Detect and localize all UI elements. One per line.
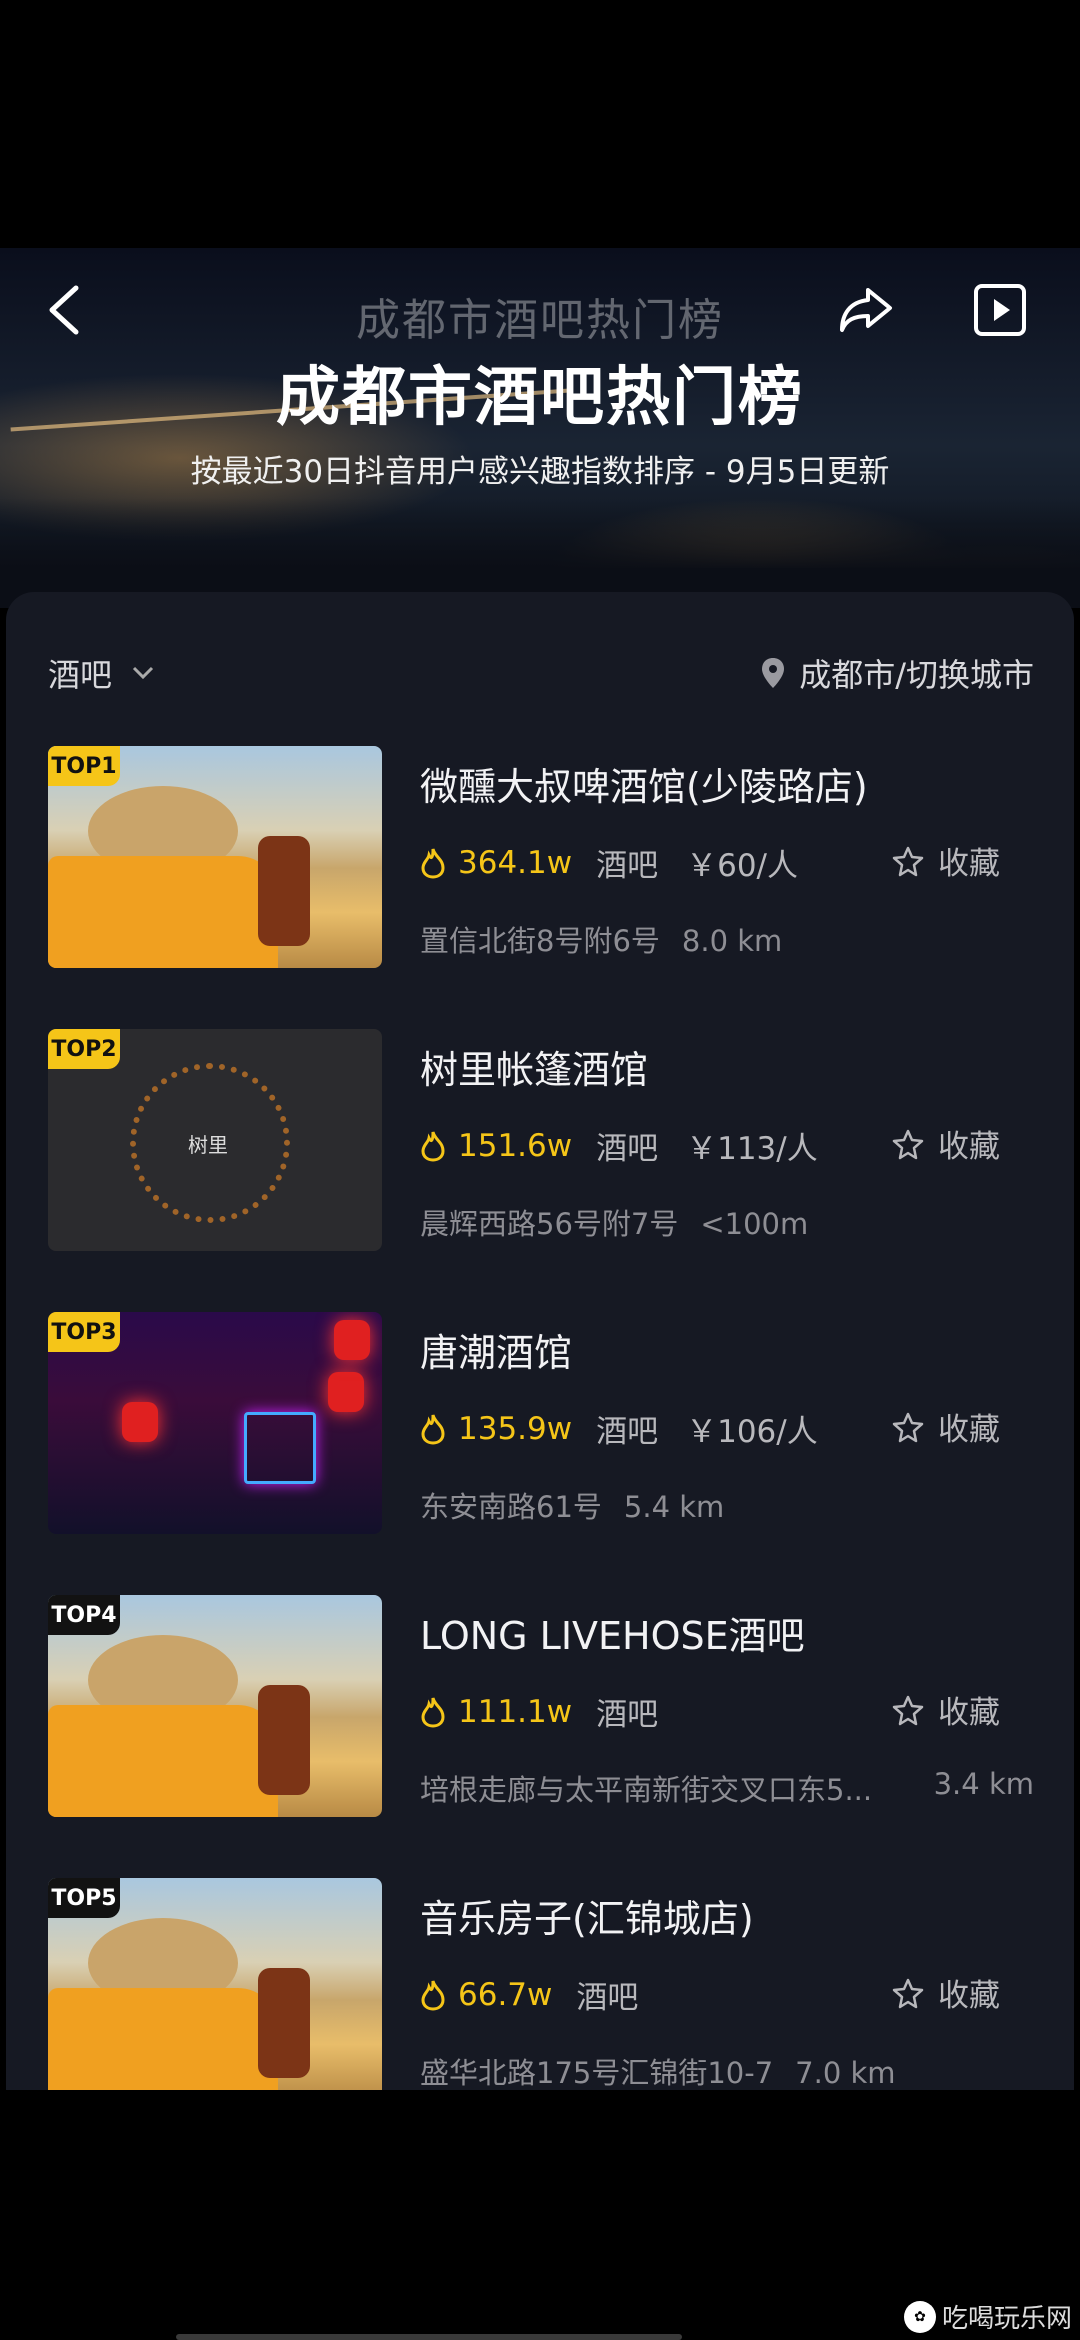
venue-price: ￥60/人: [686, 848, 798, 884]
filter-row: 酒吧 成都市/切换城市: [6, 592, 1074, 742]
list-item[interactable]: 树里 TOP2 树里帐篷酒馆 151.6w 酒吧 ￥113/人 收藏 晨辉西路5…: [6, 1029, 1074, 1312]
rank-badge: TOP5: [48, 1878, 120, 1918]
watermark: ✿ 吃喝玩乐网: [903, 2298, 1072, 2335]
heat-value: 364.1w: [458, 844, 573, 881]
venue-price: ￥106/人: [686, 1414, 818, 1450]
flame-icon: [421, 1414, 445, 1445]
rank-badge: TOP2: [48, 1029, 120, 1069]
page-title: 成都市酒吧热门榜: [276, 361, 804, 435]
watermark-logo-icon: ✿: [903, 2300, 936, 2333]
home-indicator[interactable]: [176, 2334, 682, 2340]
favorite-label: 收藏: [938, 1695, 1000, 1731]
city-switcher[interactable]: 成都市/切换城市: [761, 650, 1034, 696]
city-label: 成都市/切换城市: [799, 656, 1034, 694]
flame-icon: [421, 1131, 445, 1162]
venue-address: 培根走廊与太平南新街交叉口东5...: [420, 1773, 873, 1807]
favorite-button[interactable]: 收藏: [892, 1687, 1000, 1732]
category-filter-label: 酒吧: [48, 656, 113, 694]
star-icon: [892, 1129, 924, 1159]
venue-stats: 66.7w 酒吧: [420, 1972, 666, 2017]
venue-thumbnail: TOP4: [48, 1595, 382, 1817]
favorite-label: 收藏: [938, 1978, 1000, 2014]
rank-badge: TOP4: [48, 1595, 120, 1635]
venue-thumbnail: TOP1: [48, 746, 382, 968]
location-pin-icon: [762, 658, 785, 688]
star-icon: [892, 1978, 924, 2008]
favorite-label: 收藏: [938, 1129, 1000, 1165]
favorite-label: 收藏: [938, 846, 1000, 882]
nav-title: 成都市酒吧热门榜: [356, 295, 724, 346]
venue-thumbnail: TOP3: [48, 1312, 382, 1534]
heat-value: 151.6w: [458, 1127, 573, 1164]
venue-name: 音乐房子(汇锦城店): [420, 1897, 754, 1941]
venue-price: ￥113/人: [686, 1131, 818, 1167]
venue-category: 酒吧: [596, 848, 659, 884]
star-icon: [892, 846, 924, 876]
venue-category: 酒吧: [596, 1697, 659, 1733]
flame-icon: [421, 848, 445, 879]
address-text: 置信北街8号附6号: [420, 924, 660, 958]
favorite-button[interactable]: 收藏: [892, 1970, 1000, 2015]
venue-stats: 151.6w 酒吧 ￥113/人: [420, 1123, 818, 1168]
flame-icon: [421, 1980, 445, 2011]
rank-badge: TOP3: [48, 1312, 120, 1352]
favorite-button[interactable]: 收藏: [892, 1121, 1000, 1166]
venue-distance: 8.0 km: [681, 924, 783, 958]
favorite-label: 收藏: [938, 1412, 1000, 1448]
share-icon[interactable]: [838, 280, 894, 336]
venue-name: 树里帐篷酒馆: [420, 1048, 649, 1092]
list-item[interactable]: TOP1 微醺大叔啤酒馆(少陵路店) 364.1w 酒吧 ￥60/人 收藏 置信…: [6, 746, 1074, 1029]
favorite-button[interactable]: 收藏: [892, 838, 1000, 883]
watermark-text: 吃喝玩乐网: [941, 2304, 1072, 2334]
address-text: 盛华北路175号汇锦街10-7: [420, 2056, 774, 2090]
star-icon: [892, 1412, 924, 1442]
venue-address: 置信北街8号附6号 8.0 km: [420, 918, 782, 960]
venue-category: 酒吧: [596, 1131, 659, 1167]
address-text: 东安南路61号: [420, 1490, 602, 1524]
thumbnail-logo-text: 树里: [188, 1133, 228, 1157]
venue-address: 晨辉西路56号附7号 <100m: [420, 1201, 808, 1243]
venue-address: 东安南路61号 5.4 km: [420, 1484, 724, 1526]
category-filter[interactable]: 酒吧: [48, 650, 154, 696]
chevron-down-icon: [132, 666, 154, 680]
address-text: 晨辉西路56号附7号: [420, 1207, 679, 1241]
venue-distance: 3.4 km: [933, 1767, 1034, 1801]
venue-distance: <100m: [700, 1207, 809, 1241]
favorite-button[interactable]: 收藏: [892, 1404, 1000, 1449]
list-item[interactable]: TOP3 唐潮酒馆 135.9w 酒吧 ￥106/人 收藏 东安南路61号 5.4…: [6, 1312, 1074, 1595]
heat-value: 111.1w: [458, 1693, 573, 1730]
venue-category: 酒吧: [576, 1980, 639, 2016]
venue-category: 酒吧: [596, 1414, 659, 1450]
star-icon: [892, 1695, 924, 1725]
venue-stats: 364.1w 酒吧 ￥60/人: [420, 840, 798, 885]
venue-name: LONG LIVEHOSE酒吧: [420, 1614, 805, 1658]
rank-badge: TOP1: [48, 746, 120, 786]
heat-value: 135.9w: [458, 1410, 573, 1447]
venue-name: 微醺大叔啤酒馆(少陵路店): [420, 765, 868, 809]
venue-stats: 111.1w 酒吧: [420, 1689, 686, 1734]
venue-thumbnail: TOP5: [48, 1878, 382, 2090]
venue-stats: 135.9w 酒吧 ￥106/人: [420, 1406, 818, 1451]
venue-address: 盛华北路175号汇锦街10-7 7.0 km: [420, 2050, 896, 2090]
flame-icon: [421, 1697, 445, 1728]
page-subtitle: 按最近30日抖音用户感兴趣指数排序 - 9月5日更新: [190, 454, 890, 490]
list-item[interactable]: TOP5 音乐房子(汇锦城店) 66.7w 酒吧 收藏 盛华北路175号汇锦街1…: [6, 1878, 1074, 2090]
venue-thumbnail: 树里 TOP2: [48, 1029, 382, 1251]
ranking-panel: 酒吧 成都市/切换城市 TOP1 微醺大叔啤酒馆(少陵路店) 364.1w 酒吧…: [6, 592, 1074, 2090]
list-item[interactable]: TOP4 LONG LIVEHOSE酒吧 111.1w 酒吧 收藏 培根走廊与太…: [6, 1595, 1074, 1878]
venue-name: 唐潮酒馆: [420, 1331, 573, 1375]
play-icon[interactable]: [972, 282, 1028, 338]
venue-distance: 7.0 km: [795, 2056, 896, 2090]
heat-value: 66.7w: [458, 1976, 553, 2013]
back-icon[interactable]: [44, 282, 84, 338]
venue-distance: 5.4 km: [623, 1490, 725, 1524]
